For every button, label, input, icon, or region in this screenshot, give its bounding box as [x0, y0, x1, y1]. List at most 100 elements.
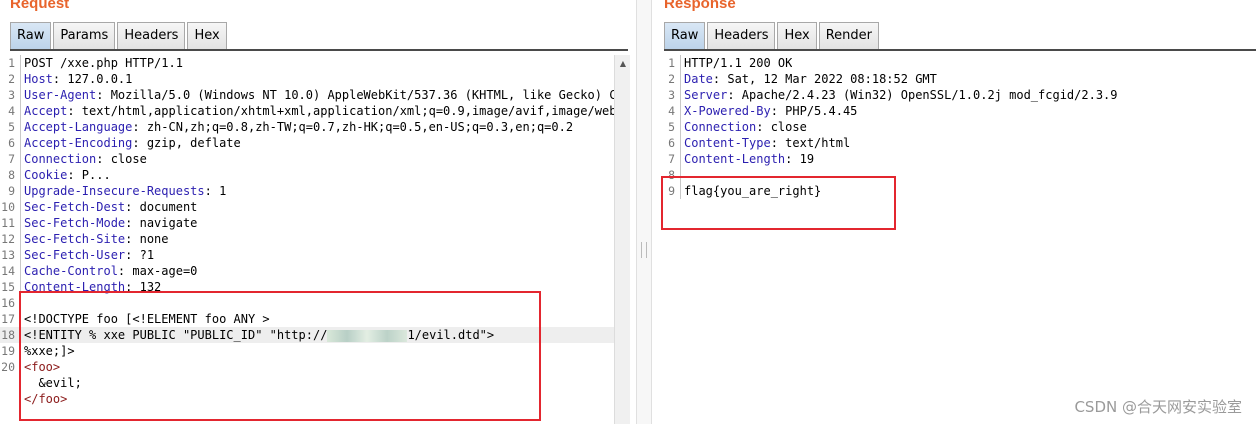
request-line-9: 9 Upgrade-Insecure-Requests: 1: [0, 183, 614, 199]
request-line-12: 12 Sec-Fetch-Site: none: [0, 231, 614, 247]
request-line-text: POST /xxe.php HTTP/1.1: [24, 56, 183, 70]
request-tab-headers[interactable]: Headers: [117, 22, 186, 49]
request-tab-params[interactable]: Params: [53, 22, 116, 49]
header-key: Sec-Fetch-User: [24, 248, 126, 262]
request-payload-highlight: [19, 291, 541, 421]
header-key: Cache-Control: [24, 264, 118, 278]
header-value: : PHP/5.4.45: [770, 104, 858, 118]
header-value: : close: [96, 152, 147, 166]
request-line-3: 3 User-Agent: Mozilla/5.0 (Windows NT 10.…: [0, 87, 614, 103]
line-number: 1: [668, 56, 675, 70]
header-value: : document: [125, 200, 198, 214]
header-key: Sec-Fetch-Mode: [24, 216, 126, 230]
header-value: : gzip, deflate: [132, 136, 241, 150]
divider-grip-icon[interactable]: [641, 242, 647, 258]
status-line: HTTP/1.1 200 OK: [684, 56, 793, 70]
line-number: 7: [668, 152, 675, 166]
line-number: 7: [8, 152, 15, 166]
line-number: 4: [8, 104, 15, 118]
header-key: Content-Length: [684, 152, 786, 166]
line-number: 17: [1, 312, 15, 326]
request-line-13: 13 Sec-Fetch-User: ?1: [0, 247, 614, 263]
request-line-2: 2 Host: 127.0.0.1: [0, 71, 614, 87]
line-number: 1: [8, 56, 15, 70]
header-key: Cookie: [24, 168, 68, 182]
request-tab-hex[interactable]: Hex: [187, 22, 227, 49]
response-flag-highlight: [661, 176, 896, 230]
response-tab-raw[interactable]: Raw: [664, 22, 706, 49]
request-line-10: 10 Sec-Fetch-Dest: document: [0, 199, 614, 215]
header-key: Date: [684, 72, 713, 86]
request-tabs: Raw Params Headers Hex: [10, 22, 229, 49]
header-value: : text/html,application/xhtml+xml,applic…: [67, 104, 614, 118]
line-number: 6: [8, 136, 15, 150]
header-key: Accept-Language: [24, 120, 133, 134]
request-tab-underline: [10, 49, 628, 51]
request-line-7: 7 Connection: close: [0, 151, 614, 167]
scroll-up-icon[interactable]: ▲: [615, 55, 631, 71]
header-value: : 127.0.0.1: [52, 72, 133, 86]
header-value: : Mozilla/5.0 (Windows NT 10.0) AppleWeb…: [96, 88, 614, 102]
panel-divider[interactable]: [636, 0, 652, 424]
response-line-5: 5 Connection: close: [660, 119, 1256, 135]
line-number: 9: [8, 184, 15, 198]
line-number: 3: [668, 88, 675, 102]
line-number: 2: [668, 72, 675, 86]
response-tab-underline: [664, 49, 1256, 51]
watermark: CSDN @合天网安实验室: [1074, 398, 1242, 416]
header-key: Connection: [24, 152, 97, 166]
response-title: Response: [664, 0, 736, 12]
response-tab-hex[interactable]: Hex: [777, 22, 817, 49]
header-key: Server: [684, 88, 728, 102]
request-line-1: 1 POST /xxe.php HTTP/1.1: [0, 55, 614, 71]
header-value: : Sat, 12 Mar 2022 08:18:52 GMT: [712, 72, 937, 86]
response-tab-headers[interactable]: Headers: [707, 22, 776, 49]
response-line-2: 2 Date: Sat, 12 Mar 2022 08:18:52 GMT: [660, 71, 1256, 87]
header-key: Content-Type: [684, 136, 771, 150]
line-number: 5: [8, 120, 15, 134]
request-line-8: 8 Cookie: P...: [0, 167, 614, 183]
line-number: 5: [668, 120, 675, 134]
line-number: [0, 375, 18, 391]
line-number: 6: [668, 136, 675, 150]
line-number: 12: [1, 232, 15, 246]
line-number: 13: [1, 248, 15, 262]
request-line-11: 11 Sec-Fetch-Mode: navigate: [0, 215, 614, 231]
header-value: : 19: [785, 152, 815, 166]
request-title: Request: [10, 0, 70, 12]
header-value: : navigate: [125, 216, 198, 230]
response-line-6: 6 Content-Type: text/html: [660, 135, 1256, 151]
request-scrollbar[interactable]: ▲: [614, 55, 630, 424]
header-key: User-Agent: [24, 88, 97, 102]
request-line-14: 14 Cache-Control: max-age=0: [0, 263, 614, 279]
header-value: : ?1: [125, 248, 155, 262]
header-key: X-Powered-By: [684, 104, 771, 118]
response-tab-render[interactable]: Render: [818, 22, 879, 49]
request-line-6: 6 Accept-Encoding: gzip, deflate: [0, 135, 614, 151]
header-key: Accept: [24, 104, 68, 118]
response-line-3: 3 Server: Apache/2.4.23 (Win32) OpenSSL/1…: [660, 87, 1256, 103]
header-key: Sec-Fetch-Site: [24, 232, 126, 246]
header-value: : none: [125, 232, 169, 246]
line-number: 20: [1, 360, 15, 374]
header-value: : text/html: [770, 136, 851, 150]
header-key: Sec-Fetch-Dest: [24, 200, 126, 214]
header-value: : close: [756, 120, 807, 134]
line-number: [0, 391, 18, 407]
response-editor[interactable]: 1 HTTP/1.1 200 OK 2 Date: Sat, 12 Mar 2022…: [660, 55, 1256, 424]
line-number: 3: [8, 88, 15, 102]
header-value: : 1: [204, 184, 227, 198]
line-number: 2: [8, 72, 15, 86]
request-line-4: 4 Accept: text/html,application/xhtml+xml…: [0, 103, 614, 119]
line-number: 19: [1, 344, 15, 358]
header-key: Host: [24, 72, 53, 86]
response-tabs: Raw Headers Hex Render: [664, 22, 881, 49]
header-value: : P...: [67, 168, 111, 182]
response-line-4: 4 X-Powered-By: PHP/5.4.45: [660, 103, 1256, 119]
header-value: : max-age=0: [117, 264, 198, 278]
line-number: 4: [668, 104, 675, 118]
request-tab-raw[interactable]: Raw: [10, 22, 52, 49]
response-line-7: 7 Content-Length: 19: [660, 151, 1256, 167]
header-key: Accept-Encoding: [24, 136, 133, 150]
line-number: 8: [8, 168, 15, 182]
